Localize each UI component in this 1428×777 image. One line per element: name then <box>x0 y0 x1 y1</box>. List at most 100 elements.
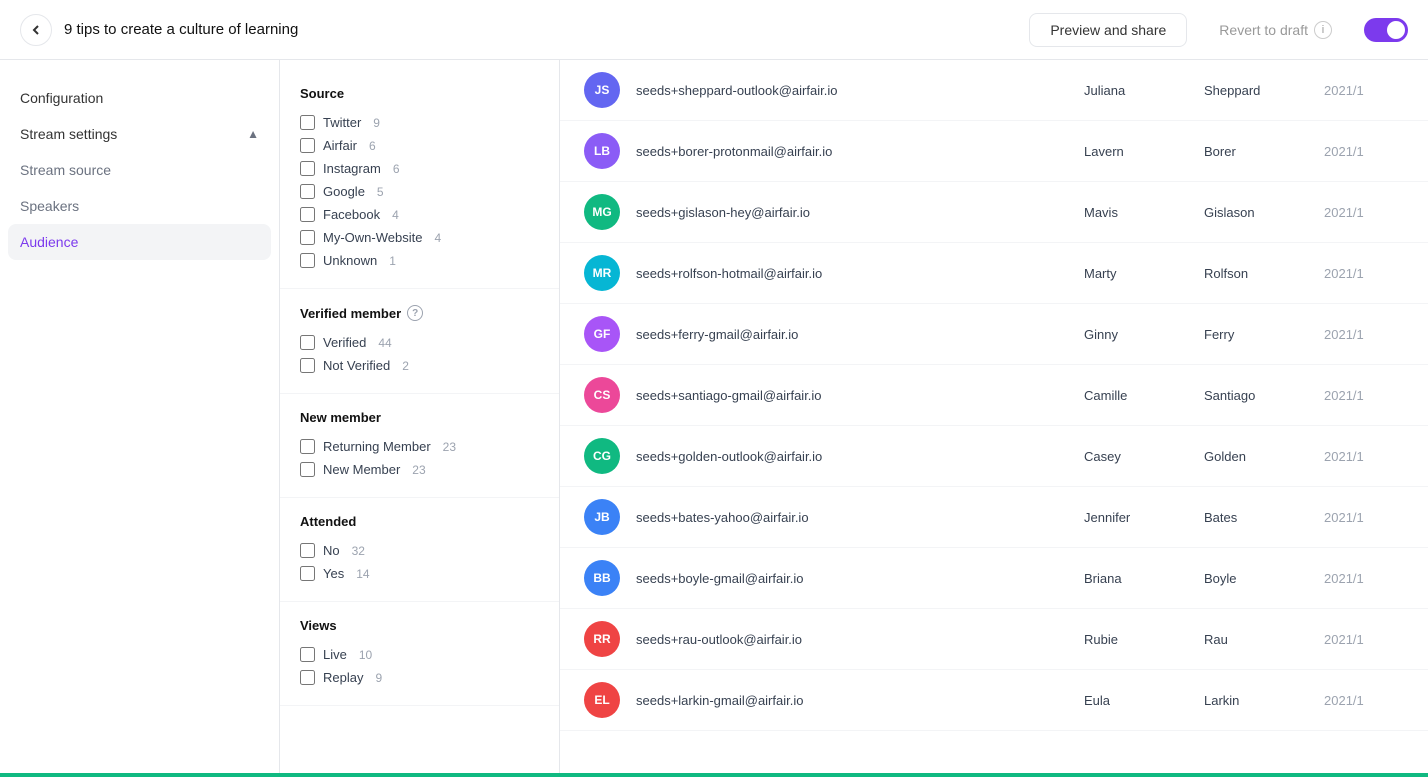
audience-date: 2021/1 <box>1324 327 1404 342</box>
filter-label-unknown: Unknown <box>323 253 377 268</box>
filter-checkbox-twitter[interactable] <box>300 115 315 130</box>
back-button[interactable] <box>20 14 52 46</box>
table-row[interactable]: MG seeds+gislason-hey@airfair.io Mavis G… <box>560 182 1428 243</box>
filter-label-no: No <box>323 543 340 558</box>
audience-first-name: Juliana <box>1084 83 1204 98</box>
sidebar-item-speakers[interactable]: Speakers <box>0 188 279 224</box>
filter-checkbox-not-verified[interactable] <box>300 358 315 373</box>
filter-item-instagram[interactable]: Instagram 6 <box>300 157 539 180</box>
filter-checkbox-verified[interactable] <box>300 335 315 350</box>
table-row[interactable]: JS seeds+sheppard-outlook@airfair.io Jul… <box>560 60 1428 121</box>
audience-email: seeds+rolfson-hotmail@airfair.io <box>636 266 1084 281</box>
filter-checkbox-my-own-website[interactable] <box>300 230 315 245</box>
audience-email: seeds+rau-outlook@airfair.io <box>636 632 1084 647</box>
filter-item-returning-member[interactable]: Returning Member 23 <box>300 435 539 458</box>
stream-settings-section[interactable]: Stream settings ▲ <box>0 116 279 152</box>
sidebar-item-configuration[interactable]: Configuration <box>0 80 279 116</box>
table-row[interactable]: RR seeds+rau-outlook@airfair.io Rubie Ra… <box>560 609 1428 670</box>
filter-group-source: Source Twitter 9 Airfair 6 Instagram 6 <box>280 70 559 289</box>
audience-last-name: Sheppard <box>1204 83 1324 98</box>
sidebar-item-audience[interactable]: Audience <box>8 224 271 260</box>
filter-item-live[interactable]: Live 10 <box>300 643 539 666</box>
table-row[interactable]: GF seeds+ferry-gmail@airfair.io Ginny Fe… <box>560 304 1428 365</box>
filter-count-google: 5 <box>377 185 384 199</box>
audience-first-name: Jennifer <box>1084 510 1204 525</box>
filter-count-verified: 44 <box>378 336 391 350</box>
audience-first-name: Ginny <box>1084 327 1204 342</box>
filter-count-instagram: 6 <box>393 162 400 176</box>
filter-item-google[interactable]: Google 5 <box>300 180 539 203</box>
audience-date: 2021/1 <box>1324 632 1404 647</box>
filter-checkbox-airfair[interactable] <box>300 138 315 153</box>
filter-label-my-own-website: My-Own-Website <box>323 230 422 245</box>
avatar: JS <box>584 72 620 108</box>
filter-count-not-verified: 2 <box>402 359 409 373</box>
publish-toggle[interactable] <box>1364 18 1408 42</box>
audience-last-name: Rau <box>1204 632 1324 647</box>
filter-checkbox-google[interactable] <box>300 184 315 199</box>
audience-email: seeds+santiago-gmail@airfair.io <box>636 388 1084 403</box>
audience-last-name: Ferry <box>1204 327 1324 342</box>
app-header: 9 tips to create a culture of learning P… <box>0 0 1428 60</box>
scroll-indicator <box>0 773 1428 777</box>
table-row[interactable]: MR seeds+rolfson-hotmail@airfair.io Mart… <box>560 243 1428 304</box>
filter-checkbox-live[interactable] <box>300 647 315 662</box>
filter-item-verified[interactable]: Verified 44 <box>300 331 539 354</box>
filter-checkbox-no[interactable] <box>300 543 315 558</box>
revert-draft-button[interactable]: Revert to draft i <box>1199 13 1352 47</box>
audience-date: 2021/1 <box>1324 449 1404 464</box>
sidebar: Configuration Stream settings ▲ Stream s… <box>0 60 280 777</box>
audience-panel: JS seeds+sheppard-outlook@airfair.io Jul… <box>560 60 1428 777</box>
filter-label-verified: Verified <box>323 335 366 350</box>
table-row[interactable]: LB seeds+borer-protonmail@airfair.io Lav… <box>560 121 1428 182</box>
filter-checkbox-yes[interactable] <box>300 566 315 581</box>
filter-checkbox-returning-member[interactable] <box>300 439 315 454</box>
table-row[interactable]: EL seeds+larkin-gmail@airfair.io Eula La… <box>560 670 1428 731</box>
table-row[interactable]: CG seeds+golden-outlook@airfair.io Casey… <box>560 426 1428 487</box>
filter-label-returning-member: Returning Member <box>323 439 431 454</box>
stream-settings-label: Stream settings <box>20 126 117 142</box>
filter-item-no[interactable]: No 32 <box>300 539 539 562</box>
filter-item-my-own-website[interactable]: My-Own-Website 4 <box>300 226 539 249</box>
audience-first-name: Eula <box>1084 693 1204 708</box>
filter-group-source-title: Source <box>300 86 539 101</box>
avatar: CS <box>584 377 620 413</box>
filter-item-twitter[interactable]: Twitter 9 <box>300 111 539 134</box>
filter-label-yes: Yes <box>323 566 344 581</box>
filter-count-facebook: 4 <box>392 208 399 222</box>
audience-last-name: Gislason <box>1204 205 1324 220</box>
filter-label-new-member: New Member <box>323 462 400 477</box>
audience-date: 2021/1 <box>1324 83 1404 98</box>
filter-item-replay[interactable]: Replay 9 <box>300 666 539 689</box>
table-row[interactable]: JB seeds+bates-yahoo@airfair.io Jennifer… <box>560 487 1428 548</box>
avatar: MR <box>584 255 620 291</box>
filter-checkbox-unknown[interactable] <box>300 253 315 268</box>
avatar: CG <box>584 438 620 474</box>
audience-last-name: Rolfson <box>1204 266 1324 281</box>
filter-count-yes: 14 <box>356 567 369 581</box>
filter-item-unknown[interactable]: Unknown 1 <box>300 249 539 272</box>
table-row[interactable]: BB seeds+boyle-gmail@airfair.io Briana B… <box>560 548 1428 609</box>
filter-checkbox-replay[interactable] <box>300 670 315 685</box>
sidebar-item-stream-source[interactable]: Stream source <box>0 152 279 188</box>
audience-date: 2021/1 <box>1324 388 1404 403</box>
filter-label-airfair: Airfair <box>323 138 357 153</box>
filter-item-facebook[interactable]: Facebook 4 <box>300 203 539 226</box>
filter-checkbox-facebook[interactable] <box>300 207 315 222</box>
filter-panel: Source Twitter 9 Airfair 6 Instagram 6 <box>280 60 560 777</box>
filter-item-airfair[interactable]: Airfair 6 <box>300 134 539 157</box>
filter-label-twitter: Twitter <box>323 115 361 130</box>
table-row[interactable]: CS seeds+santiago-gmail@airfair.io Camil… <box>560 365 1428 426</box>
preview-share-button[interactable]: Preview and share <box>1029 13 1187 47</box>
page-title: 9 tips to create a culture of learning <box>64 21 1029 38</box>
audience-date: 2021/1 <box>1324 571 1404 586</box>
avatar: EL <box>584 682 620 718</box>
filter-checkbox-new-member[interactable] <box>300 462 315 477</box>
filter-item-not-verified[interactable]: Not Verified 2 <box>300 354 539 377</box>
filter-item-yes[interactable]: Yes 14 <box>300 562 539 585</box>
filter-group-views-title: Views <box>300 618 539 633</box>
filter-item-new-member[interactable]: New Member 23 <box>300 458 539 481</box>
filter-checkbox-instagram[interactable] <box>300 161 315 176</box>
help-icon[interactable]: ? <box>407 305 423 321</box>
audience-email: seeds+larkin-gmail@airfair.io <box>636 693 1084 708</box>
